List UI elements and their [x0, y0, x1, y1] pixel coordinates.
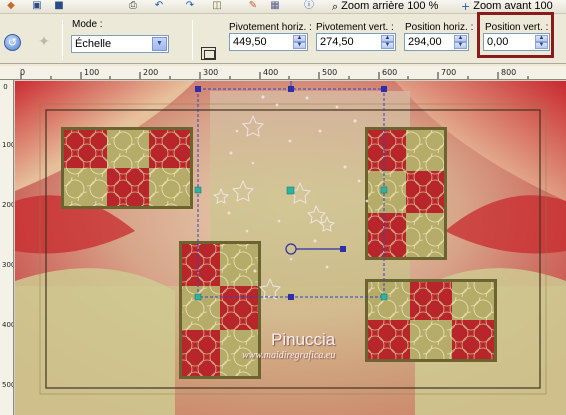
ruler-tick: 500 — [2, 381, 13, 389]
position-vert-highlight — [477, 12, 554, 58]
zoom-out-label: Zoom arrière 100 % — [341, 0, 439, 12]
resize-handle[interactable] — [380, 293, 388, 301]
zoom-in-icon: + — [461, 0, 471, 13]
ruler-tick: 200 — [2, 201, 13, 209]
rotate-handle[interactable] — [340, 246, 346, 252]
pos-h-label: Position horiz. : — [405, 22, 474, 33]
pos-h-value: 294,00 — [408, 36, 442, 48]
center-handle[interactable] — [286, 186, 295, 195]
palette-icon[interactable]: ◆ — [4, 0, 18, 12]
mode-label: Mode : — [72, 19, 103, 30]
pivot-v-input[interactable]: 274,50 ▲ ▼ — [316, 33, 396, 51]
layers-icon[interactable]: ◫ — [210, 0, 224, 12]
separator — [192, 20, 193, 60]
image-canvas[interactable] — [15, 81, 566, 415]
pivot-v-spinner[interactable]: ▲ ▼ — [381, 35, 394, 49]
tool-icon[interactable]: ✎ — [246, 0, 260, 12]
transform-mode-icon[interactable] — [201, 47, 216, 60]
resize-handle[interactable] — [194, 293, 202, 301]
disabled-tool-icon: ✦ — [38, 34, 50, 50]
pivot-h-value: 449,50 — [233, 36, 267, 48]
pos-h-spinner[interactable]: ▲ ▼ — [454, 35, 467, 49]
ruler-tick: 100 — [2, 141, 13, 149]
quilt-block — [61, 127, 193, 209]
materials-icon[interactable]: ▦ — [268, 0, 282, 12]
vertical-ruler: 0 100 200 300 400 500 — [0, 80, 14, 415]
chevron-down-icon[interactable]: ▼ — [152, 37, 167, 51]
resize-handle[interactable] — [288, 86, 294, 92]
zoom-out-icon: ⌕ — [332, 0, 339, 13]
horizontal-ruler: 0 100 200 300 400 500 600 700 800 — [0, 66, 566, 80]
quilt-block — [365, 279, 497, 362]
separator — [62, 20, 63, 60]
redo-icon[interactable]: ↷ — [183, 0, 197, 12]
maximize-icon[interactable]: ■ — [52, 0, 66, 12]
pos-h-input[interactable]: 294,00 ▲ ▼ — [404, 33, 469, 51]
watermark-url: www.maidiregrafica.eu — [242, 350, 336, 361]
pivot-v-value: 274,50 — [320, 36, 354, 48]
pivot-v-label: Pivotement vert. : — [316, 22, 394, 33]
mode-value: Échelle — [75, 38, 112, 50]
window-icon[interactable]: ▣ — [30, 0, 44, 12]
pivot-h-input[interactable]: 449,50 ▲ ▼ — [229, 33, 308, 51]
resize-handle[interactable] — [380, 186, 388, 194]
resize-handle[interactable] — [195, 86, 201, 92]
quilt-block — [365, 127, 447, 260]
zoom-in-label: Zoom avant 100 — [473, 0, 553, 12]
canvas-artwork — [15, 81, 566, 415]
ruler-tick: 0 — [3, 83, 8, 91]
reset-button[interactable]: ↺ — [4, 34, 21, 51]
print-icon[interactable]: ⎙ — [126, 0, 140, 12]
pivot-h-spinner[interactable]: ▲ ▼ — [293, 35, 306, 49]
zoom-out-button[interactable]: ⌕ Zoom arrière 100 % — [332, 0, 438, 12]
pivot-h-label: Pivotement horiz. : — [229, 22, 312, 33]
undo-icon[interactable]: ↶ — [152, 0, 166, 12]
resize-handle[interactable] — [288, 294, 294, 300]
ruler-tick: 300 — [2, 261, 13, 269]
watermark-title: Pinuccia — [271, 330, 336, 349]
mode-select[interactable]: Échelle ▼ — [71, 35, 169, 53]
info-icon[interactable]: ⓘ — [302, 0, 316, 12]
resize-handle[interactable] — [194, 186, 202, 194]
resize-handle[interactable] — [381, 86, 387, 92]
zoom-in-button[interactable]: + Zoom avant 100 — [461, 0, 553, 12]
ruler-ticks — [20, 72, 529, 79]
ruler-tick: 400 — [2, 321, 13, 329]
